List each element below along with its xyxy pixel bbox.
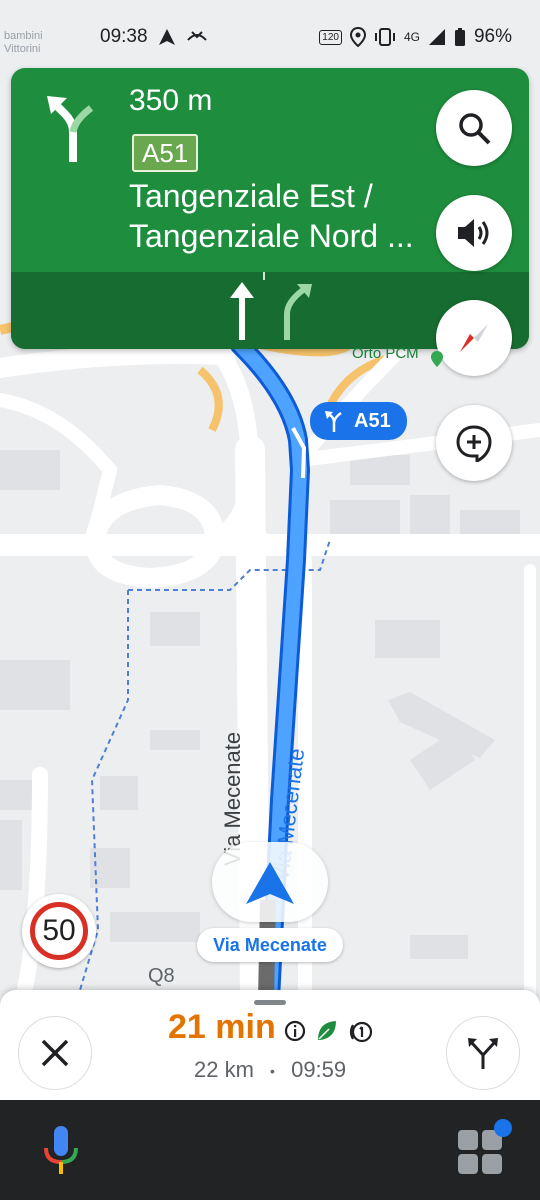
- refresh-rate-icon: 120: [319, 29, 342, 45]
- system-nav-bar: [0, 1100, 540, 1200]
- add-report-button[interactable]: [436, 405, 512, 481]
- toll-icon: [349, 1021, 372, 1043]
- close-navigation-button[interactable]: [18, 1016, 92, 1090]
- sheet-handle[interactable]: [254, 1000, 286, 1005]
- battery-icon: [454, 28, 465, 46]
- faint-label-2: Vittorini: [4, 43, 41, 55]
- location-icon: [349, 27, 366, 47]
- arrival-time: 09:59: [291, 1057, 347, 1082]
- trip-duration: 21 min: [168, 1008, 276, 1046]
- lane-divider: [263, 272, 265, 280]
- place-label[interactable]: Q8: [148, 965, 175, 988]
- fork-left-icon: [325, 411, 342, 432]
- lane-slight-right-icon: [284, 284, 312, 340]
- lane-straight-icon: [230, 282, 254, 340]
- signal-icon: [428, 29, 445, 45]
- route-shield: A51: [132, 134, 199, 172]
- compass-button[interactable]: [436, 300, 512, 376]
- status-icons: 120 4G 96%: [319, 26, 512, 48]
- trip-summary: 22 km • 09:59: [194, 1057, 346, 1083]
- alternate-routes-icon: [468, 1038, 498, 1069]
- search-icon: [459, 113, 491, 145]
- battery-percent: 96%: [473, 26, 512, 47]
- maneuver-distance: 350 m: [129, 84, 213, 117]
- speed-limit-value: 50: [30, 902, 88, 960]
- speed-limit-sign: 50: [22, 894, 96, 968]
- status-bar: bambini Vittorini 09:38 120 4G 96%: [0, 0, 540, 68]
- map-faint-labels: bambini Vittorini: [4, 30, 43, 56]
- network-type: 4G: [403, 30, 420, 44]
- vibrate-icon: [374, 28, 395, 46]
- search-button[interactable]: [436, 90, 512, 166]
- position-arrow-icon: [246, 862, 294, 904]
- road-name-line-1: Tangenziale Est /: [129, 178, 373, 214]
- alternate-routes-button[interactable]: [446, 1016, 520, 1090]
- missed-call-icon: [187, 31, 207, 41]
- compass-icon: [460, 324, 488, 352]
- turn-left-fork-icon: [47, 96, 94, 162]
- trip-sheet[interactable]: 21 min 22 km • 09:59: [0, 990, 540, 1100]
- current-street-chip: Via Mecenate: [197, 928, 343, 962]
- road-name-line-2: Tangenziale Nord ...: [129, 218, 414, 254]
- status-time: 09:38: [100, 26, 148, 47]
- volume-icon: [458, 219, 489, 247]
- trip-distance: 22 km: [194, 1057, 254, 1082]
- faint-label-1: bambini: [4, 30, 43, 42]
- route-callout[interactable]: A51: [310, 402, 407, 440]
- poi-marker-icon[interactable]: [430, 350, 444, 368]
- sound-button[interactable]: [436, 195, 512, 271]
- separator-dot: •: [270, 1063, 275, 1080]
- poi-label[interactable]: Orto PCM: [352, 345, 419, 362]
- mic-icon[interactable]: [42, 1124, 80, 1176]
- navigation-status-icon: [159, 29, 175, 45]
- add-report-icon: [456, 425, 492, 462]
- close-icon: [41, 1039, 69, 1067]
- eco-leaf-icon: [318, 1021, 336, 1040]
- apps-grid-icon[interactable]: [454, 1118, 514, 1178]
- route-callout-label: A51: [354, 409, 391, 432]
- info-icon[interactable]: [284, 1020, 306, 1042]
